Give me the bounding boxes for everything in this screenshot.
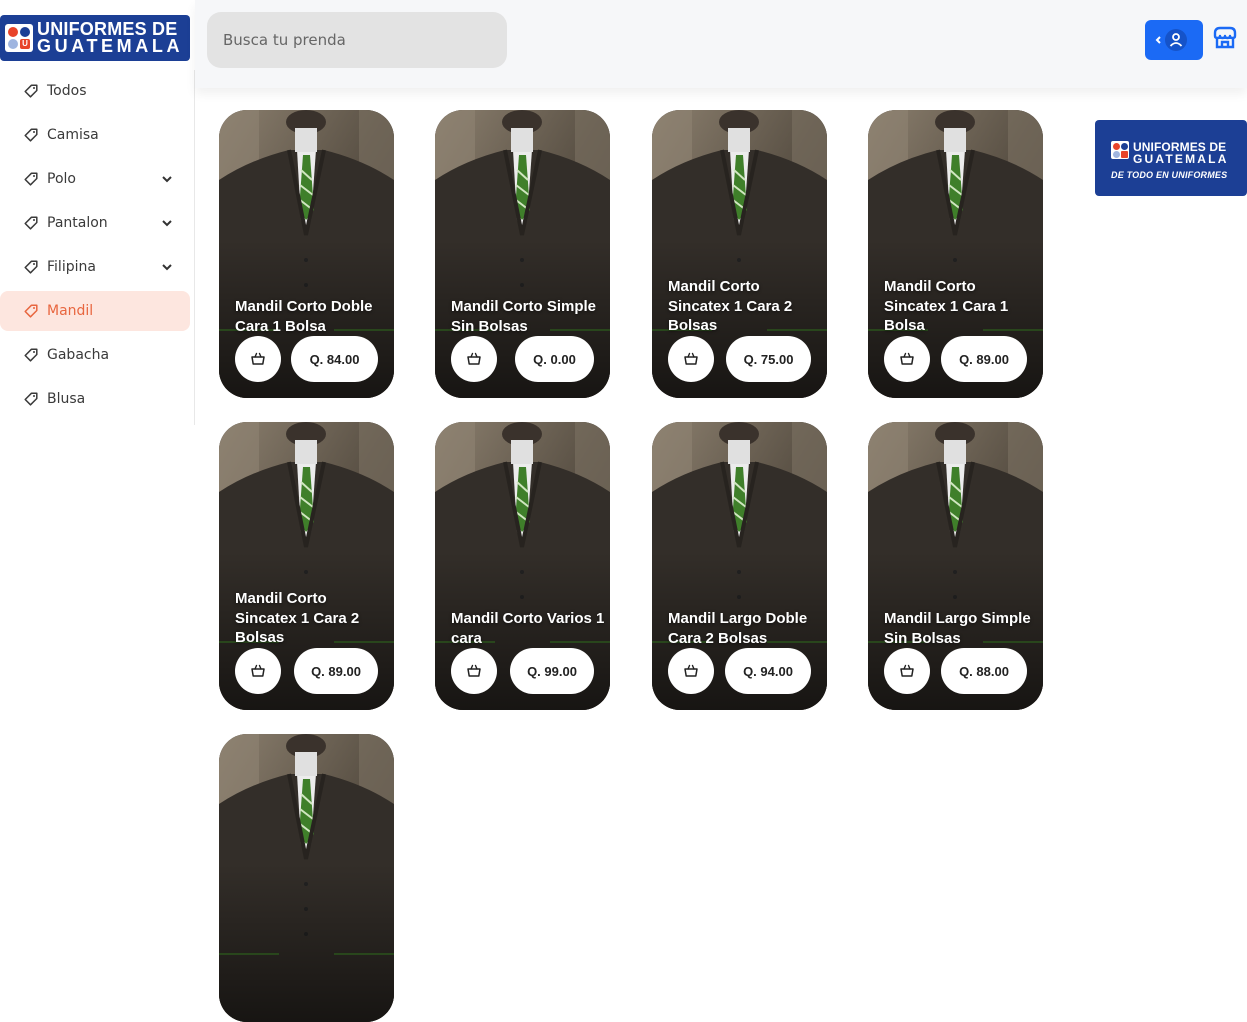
- product-image: [219, 734, 394, 1022]
- price-badge[interactable]: Q. 75.00: [726, 336, 811, 382]
- sidebar-divider: [194, 70, 195, 425]
- tag-icon: [24, 304, 38, 318]
- basket-icon: [684, 352, 698, 365]
- tag-icon: [24, 172, 38, 186]
- price-badge[interactable]: Q. 84.00: [291, 336, 378, 382]
- search-input[interactable]: [207, 12, 507, 68]
- store-button[interactable]: [1211, 24, 1239, 52]
- sidebar-item-todos[interactable]: Todos: [0, 71, 190, 111]
- product-name: Mandil Corto Doble Cara 1 Bolsa: [235, 298, 373, 335]
- banner-tagline: DE TODO EN UNIFORMES: [1111, 170, 1228, 180]
- add-to-cart-button[interactable]: [884, 336, 930, 382]
- product-name: Mandil Largo Simple Sin Bolsas: [884, 610, 1031, 647]
- basket-icon: [251, 352, 265, 365]
- sidebar: U UNIFORMES DE GUATEMALA Todos Camisa Polo…: [0, 0, 195, 838]
- sidebar-item-label: Mandil: [47, 303, 94, 319]
- product-card[interactable]: Mandil Largo Simple Sin Bolsas Q. 88.00: [868, 422, 1043, 710]
- tag-icon: [24, 392, 38, 406]
- basket-icon: [251, 664, 265, 677]
- sidebar-item-filipina[interactable]: Filipina: [0, 247, 190, 287]
- banner-line-2: GUATEMALA: [1133, 152, 1229, 166]
- product-card[interactable]: Mandil Corto Varios 1 cara Q. 99.00: [435, 422, 610, 710]
- add-to-cart-button[interactable]: [451, 336, 497, 382]
- sidebar-item-blusa[interactable]: Blusa: [0, 379, 190, 419]
- add-to-cart-button[interactable]: [884, 648, 930, 694]
- price-badge[interactable]: Q. 0.00: [515, 336, 594, 382]
- sidebar-item-label: Camisa: [47, 127, 99, 143]
- tag-icon: [24, 84, 38, 98]
- basket-icon: [684, 664, 698, 677]
- tag-icon: [24, 128, 38, 142]
- basket-icon: [900, 664, 914, 677]
- sidebar-item-camisa[interactable]: Camisa: [0, 115, 190, 155]
- tag-icon: [24, 216, 38, 230]
- product-name: Mandil Largo Doble Cara 2 Bolsas: [668, 610, 808, 647]
- basket-icon: [467, 352, 481, 365]
- add-to-cart-button[interactable]: [235, 336, 281, 382]
- add-to-cart-button[interactable]: [451, 648, 497, 694]
- sidebar-item-label: Pantalon: [47, 215, 108, 231]
- product-card[interactable]: [219, 734, 394, 1022]
- chevron-down-icon[interactable]: [161, 261, 173, 273]
- sidebar-item-gabacha[interactable]: Gabacha: [0, 335, 190, 375]
- price-badge[interactable]: Q. 88.00: [941, 648, 1027, 694]
- price-badge[interactable]: Q. 99.00: [510, 648, 594, 694]
- add-to-cart-button[interactable]: [668, 648, 714, 694]
- sidebar-item-label: Gabacha: [47, 347, 110, 363]
- product-name: Mandil Corto Sincatex 1 Cara 2 Bolsas: [668, 278, 793, 334]
- user-menu-button[interactable]: [1145, 20, 1203, 60]
- product-card[interactable]: Mandil Corto Doble Cara 1 Bolsa Q. 84.00: [219, 110, 394, 398]
- product-name: Mandil Corto Varios 1 cara: [451, 610, 605, 647]
- sidebar-item-label: Filipina: [47, 259, 96, 275]
- product-name: Mandil Corto Simple Sin Bolsas: [451, 298, 597, 335]
- sidebar-item-polo[interactable]: Polo: [0, 159, 190, 199]
- price-badge[interactable]: Q. 94.00: [725, 648, 811, 694]
- basket-icon: [467, 664, 481, 677]
- price-badge[interactable]: Q. 89.00: [941, 336, 1027, 382]
- product-card[interactable]: Mandil Corto Sincatex 1 Cara 2 Bolsas Q. …: [652, 110, 827, 398]
- top-header: [195, 0, 1247, 88]
- sidebar-item-label: Polo: [47, 171, 76, 187]
- product-card[interactable]: Mandil Corto Simple Sin Bolsas Q. 0.00: [435, 110, 610, 398]
- add-to-cart-button[interactable]: [668, 336, 714, 382]
- logo-mark-icon: U: [5, 24, 33, 52]
- product-name: Mandil Corto Sincatex 1 Cara 2 Bolsas: [235, 590, 360, 646]
- sidebar-item-label: Blusa: [47, 391, 86, 407]
- category-nav: Todos Camisa Polo Pantalon Filipina Mandil Gab…: [0, 71, 195, 423]
- chevron-down-icon[interactable]: [161, 217, 173, 229]
- basket-icon: [900, 352, 914, 365]
- chevron-down-icon[interactable]: [161, 173, 173, 185]
- promo-banner[interactable]: UNIFORMES DE GUATEMALA DE TODO EN UNIFOR…: [1095, 120, 1247, 196]
- product-card[interactable]: Mandil Largo Doble Cara 2 Bolsas Q. 94.00: [652, 422, 827, 710]
- product-name: Mandil Corto Sincatex 1 Cara 1 Bolsa: [884, 278, 1009, 334]
- store-icon: [1213, 26, 1237, 49]
- logo-text: UNIFORMES DE GUATEMALA: [37, 20, 184, 56]
- brand-logo[interactable]: U UNIFORMES DE GUATEMALA: [0, 15, 190, 61]
- logo-line-2: GUATEMALA: [37, 36, 184, 56]
- sidebar-item-label: Todos: [47, 83, 87, 99]
- user-icon: [1155, 29, 1187, 51]
- tag-icon: [24, 260, 38, 274]
- sidebar-item-mandil[interactable]: Mandil: [0, 291, 190, 331]
- product-card[interactable]: Mandil Corto Sincatex 1 Cara 2 Bolsas Q. …: [219, 422, 394, 710]
- banner-logo-icon: [1111, 141, 1129, 159]
- sidebar-item-pantalon[interactable]: Pantalon: [0, 203, 190, 243]
- product-card[interactable]: Mandil Corto Sincatex 1 Cara 1 Bolsa Q. 8…: [868, 110, 1043, 398]
- tag-icon: [24, 348, 38, 362]
- price-badge[interactable]: Q. 89.00: [294, 648, 378, 694]
- add-to-cart-button[interactable]: [235, 648, 281, 694]
